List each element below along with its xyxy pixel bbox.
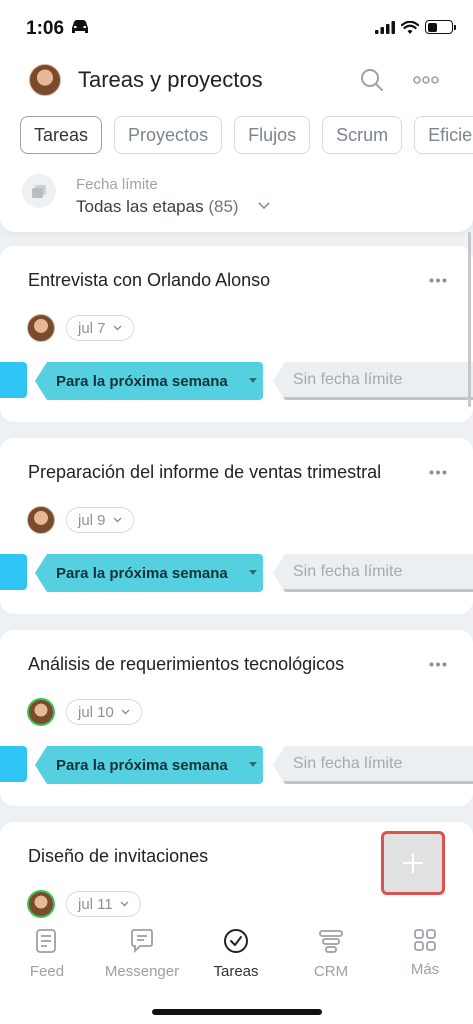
- user-avatar[interactable]: [29, 64, 61, 96]
- deadline-date: jul 7: [78, 319, 106, 337]
- search-icon[interactable]: [360, 68, 384, 92]
- deadline-pill[interactable]: jul 10: [66, 699, 142, 725]
- add-task-button[interactable]: [381, 831, 445, 895]
- nav-label: Tareas: [213, 963, 259, 980]
- car-icon: [72, 20, 88, 33]
- tab-tareas[interactable]: Tareas: [20, 116, 103, 154]
- status-indicators: [375, 20, 456, 34]
- grid-icon: [414, 929, 436, 951]
- caret-down-icon: [249, 570, 257, 575]
- plus-icon: [403, 853, 423, 873]
- deadline-pill[interactable]: jul 11: [66, 891, 141, 917]
- stage-previous[interactable]: [0, 362, 27, 398]
- chevron-down-icon: [113, 517, 122, 523]
- page-title: Tareas y proyectos: [78, 67, 263, 92]
- nav-label: CRM: [313, 963, 349, 980]
- nav-crm[interactable]: CRM: [284, 928, 378, 980]
- chevron-down-icon: [120, 901, 129, 907]
- assignee-avatar[interactable]: [27, 314, 55, 342]
- assignee-avatar[interactable]: [27, 506, 55, 534]
- task-title[interactable]: Diseño de invitaciones: [28, 846, 208, 867]
- nav-label: Más: [410, 961, 440, 978]
- stage-label: Para la próxima semana: [56, 564, 228, 582]
- scrollbar[interactable]: [468, 232, 471, 407]
- battery-icon: [425, 20, 456, 34]
- filter-count: (85): [208, 197, 239, 216]
- deadline-date: jul 10: [78, 703, 114, 721]
- nav-label: Feed: [29, 963, 65, 980]
- assignee-avatar[interactable]: [27, 698, 55, 726]
- nav-label: Messenger: [104, 963, 180, 980]
- chevron-down-icon[interactable]: [258, 202, 270, 210]
- filter-stack-icon[interactable]: [22, 174, 56, 208]
- stage-selector[interactable]: Para la próxima semana: [35, 554, 263, 592]
- wifi-icon: [401, 20, 419, 34]
- more-icon[interactable]: [413, 76, 439, 84]
- nav-tareas[interactable]: Tareas: [189, 928, 283, 980]
- chevron-down-icon: [121, 709, 130, 715]
- task-title[interactable]: Análisis de requerimientos tecnológicos: [28, 654, 344, 675]
- deadline-date: jul 9: [78, 511, 106, 529]
- stage-next[interactable]: Sin fecha límite: [273, 362, 473, 400]
- caret-down-icon: [249, 762, 257, 767]
- more-icon[interactable]: [429, 662, 447, 667]
- deadline-date: jul 11: [78, 895, 113, 913]
- stage-previous[interactable]: [0, 554, 27, 590]
- messenger-icon: [131, 929, 153, 954]
- deadline-pill[interactable]: jul 9: [66, 507, 134, 533]
- status-bar: 1:06: [0, 0, 473, 56]
- task-card[interactable]: Entrevista con Orlando Alonso jul 7 Para…: [0, 246, 473, 422]
- cellular-signal-icon: [375, 20, 395, 34]
- stage-label: Para la próxima semana: [56, 756, 228, 774]
- stage-selector[interactable]: Para la próxima semana: [35, 746, 263, 784]
- assignee-avatar[interactable]: [27, 890, 55, 918]
- task-card[interactable]: Preparación del informe de ventas trimes…: [0, 438, 473, 614]
- task-card[interactable]: Análisis de requerimientos tecnológicos …: [0, 630, 473, 806]
- stage-next[interactable]: Sin fecha límite: [273, 554, 473, 592]
- tab-proyectos[interactable]: Proyectos: [114, 116, 223, 154]
- task-title[interactable]: Entrevista con Orlando Alonso: [28, 270, 270, 291]
- task-title[interactable]: Preparación del informe de ventas trimes…: [28, 462, 381, 483]
- more-icon[interactable]: [429, 278, 447, 283]
- tab-eficiencia[interactable]: Eficie: [414, 116, 473, 154]
- more-icon[interactable]: [429, 470, 447, 475]
- tab-flujos[interactable]: Flujos: [234, 116, 311, 154]
- tab-scrum[interactable]: Scrum: [322, 116, 403, 154]
- caret-down-icon: [249, 378, 257, 383]
- feed-icon: [36, 929, 56, 953]
- filter-selector[interactable]: Todas las etapas (85): [76, 197, 239, 217]
- nav-feed[interactable]: Feed: [0, 928, 94, 980]
- status-time: 1:06: [26, 18, 65, 39]
- chevron-down-icon: [113, 325, 122, 331]
- header: Tareas y proyectos Tareas Proyectos Fluj…: [0, 56, 473, 232]
- crm-icon: [319, 930, 343, 953]
- deadline-pill[interactable]: jul 7: [66, 315, 134, 341]
- filter-label: Fecha límite: [76, 176, 158, 193]
- filter-value: Todas las etapas: [76, 197, 204, 216]
- nav-mas[interactable]: Más: [378, 928, 472, 978]
- nav-messenger[interactable]: Messenger: [95, 928, 189, 980]
- home-indicator: [152, 1009, 322, 1015]
- stage-selector[interactable]: Para la próxima semana: [35, 362, 263, 400]
- stage-label: Para la próxima semana: [56, 372, 228, 390]
- tab-bar: Tareas Proyectos Flujos Scrum Eficie: [20, 116, 473, 154]
- tasks-check-icon: [224, 929, 248, 953]
- stage-previous[interactable]: [0, 746, 27, 782]
- stage-next[interactable]: Sin fecha límite: [273, 746, 473, 784]
